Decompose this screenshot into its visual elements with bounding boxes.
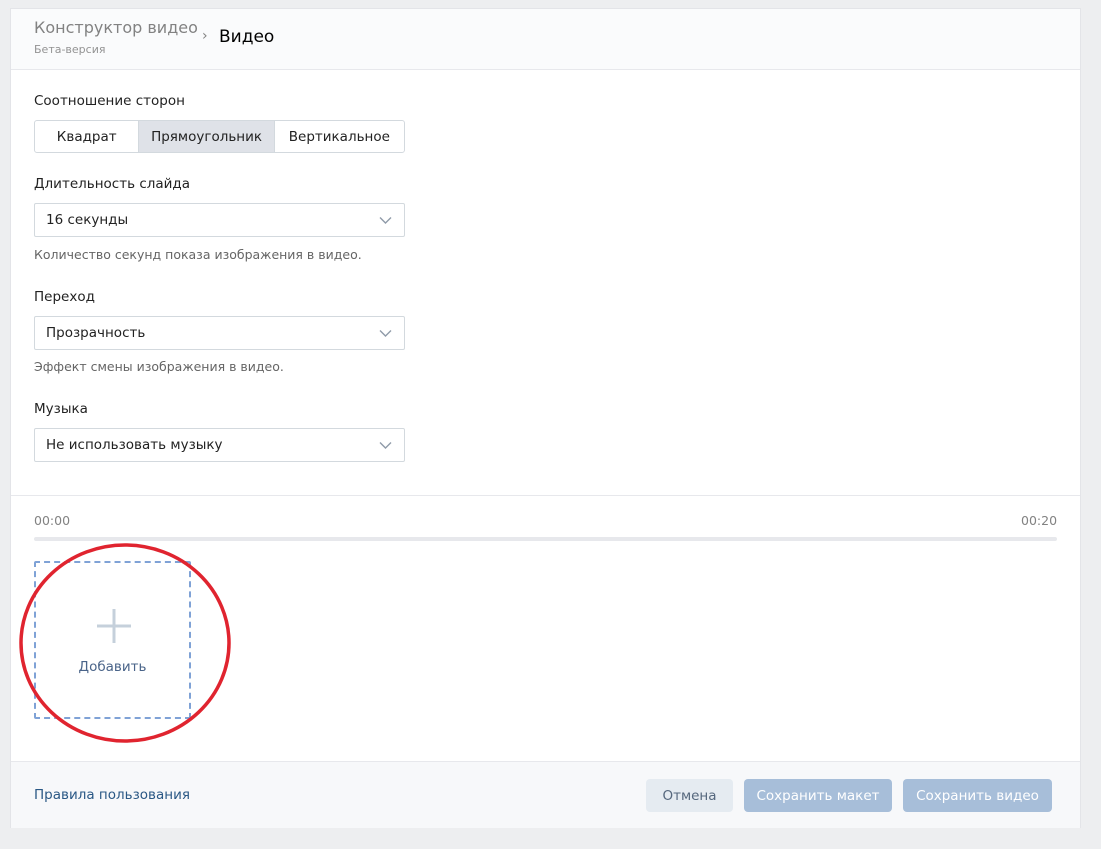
add-slide-label: Добавить xyxy=(78,659,147,675)
slide-duration-label: Длительность слайда xyxy=(34,176,191,192)
timeline-start-time: 00:00 xyxy=(34,513,71,528)
beta-badge: Бета-версия xyxy=(34,43,106,56)
chevron-down-icon xyxy=(379,442,392,449)
footer-bar: Правила пользования Отмена Сохранить мак… xyxy=(11,761,1080,828)
add-slide-button[interactable]: Добавить xyxy=(34,561,191,719)
page-header: Конструктор видео Бета-версия › Видео xyxy=(11,9,1080,70)
chevron-down-icon xyxy=(379,330,392,337)
timeline-track[interactable] xyxy=(34,537,1057,541)
terms-of-use-link[interactable]: Правила пользования xyxy=(34,787,190,803)
aspect-option-rectangle[interactable]: Прямоугольник xyxy=(139,121,275,152)
breadcrumb-app-title[interactable]: Конструктор видео xyxy=(34,18,198,37)
music-value: Не использовать музыку xyxy=(46,437,223,453)
aspect-ratio-selector: Квадрат Прямоугольник Вертикальное xyxy=(34,120,405,153)
chevron-down-icon xyxy=(379,217,392,224)
slide-duration-hint: Количество секунд показа изображения в в… xyxy=(34,247,362,262)
transition-select[interactable]: Прозрачность xyxy=(34,316,405,350)
video-constructor-card: Конструктор видео Бета-версия › Видео Со… xyxy=(10,8,1081,828)
transition-hint: Эффект смены изображения в видео. xyxy=(34,359,284,374)
plus-icon xyxy=(97,609,131,643)
breadcrumb-separator: › xyxy=(202,28,208,44)
slide-duration-select[interactable]: 16 секунды xyxy=(34,203,405,237)
aspect-ratio-label: Соотношение сторон xyxy=(34,93,185,109)
save-layout-button[interactable]: Сохранить макет xyxy=(744,779,892,812)
music-select[interactable]: Не использовать музыку xyxy=(34,428,405,462)
aspect-option-vertical[interactable]: Вертикальное xyxy=(275,121,404,152)
aspect-option-square[interactable]: Квадрат xyxy=(35,121,140,152)
save-video-button[interactable]: Сохранить видео xyxy=(903,779,1052,812)
cancel-button[interactable]: Отмена xyxy=(646,779,733,812)
page-footer-partial xyxy=(0,841,1101,849)
transition-label: Переход xyxy=(34,289,95,305)
slide-duration-value: 16 секунды xyxy=(46,212,129,228)
music-label: Музыка xyxy=(34,401,88,417)
transition-value: Прозрачность xyxy=(46,325,146,341)
timeline-end-time: 00:20 xyxy=(1021,513,1058,528)
page-title: Видео xyxy=(219,27,275,47)
section-divider xyxy=(11,495,1080,496)
